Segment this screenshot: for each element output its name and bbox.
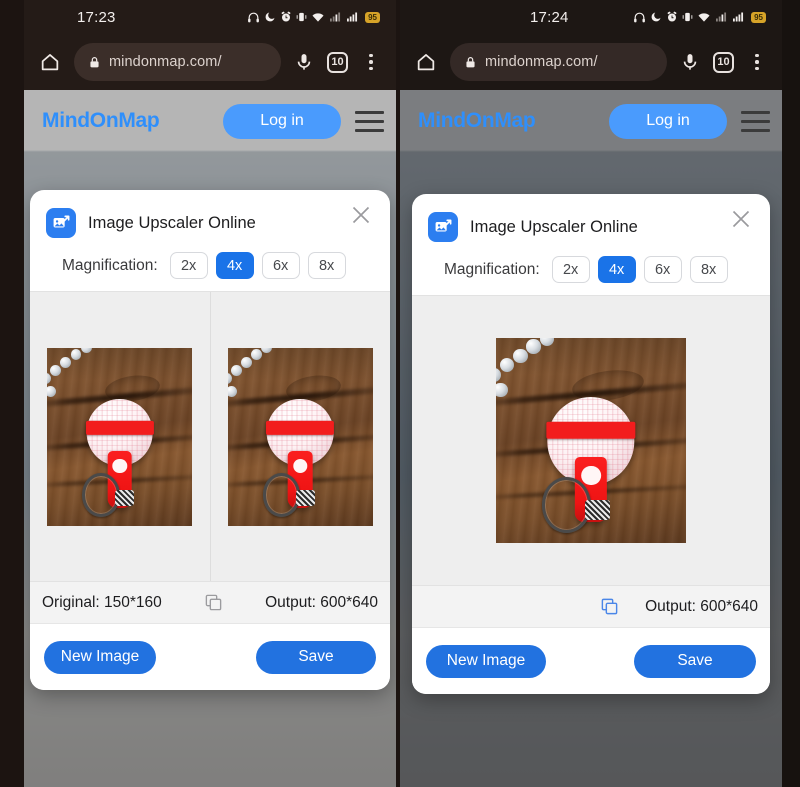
vibrate-icon [682,12,693,22]
browser-toolbar: mindonmap.com/ 10 [24,34,396,90]
site-header: MindOnMap Log in [24,90,396,152]
address-bar[interactable]: mindonmap.com/ [450,43,667,81]
dialog-title: Image Upscaler Online [88,213,256,232]
magnification-row: Magnification: 2x 4x 6x 8x [46,252,374,279]
phone-panel-right: 17:24 95 mindonmap.com/ 10 MindOnMap Log… [400,0,800,787]
site-header: MindOnMap Log in [400,90,782,152]
wifi-icon [312,12,324,22]
upscaled-image [496,338,686,543]
home-icon[interactable] [412,48,440,76]
address-bar-url: mindonmap.com/ [485,54,598,70]
battery-icon: 95 [751,11,766,23]
web-page-left: MindOnMap Log in Image Upscaler Online M… [24,90,396,787]
mic-icon[interactable] [291,49,317,75]
status-clock: 17:24 [530,8,569,26]
tab-count-icon[interactable]: 10 [713,51,734,73]
output-size-label: Output: 600*640 [265,593,378,611]
status-bar: 17:24 95 [400,0,782,34]
image-upscaler-dialog: Image Upscaler Online Magnification: 2x … [412,194,770,694]
close-icon[interactable] [726,204,756,234]
magnification-option-4x[interactable]: 4x [597,256,636,283]
signal-icon [733,12,744,22]
device-viewport-right: 17:24 95 mindonmap.com/ 10 MindOnMap Log… [400,0,782,787]
dialog-header: Image Upscaler Online Magnification: 2x … [412,194,770,295]
headphones-icon [634,12,646,22]
signal-icon [347,12,358,22]
magnification-option-8x[interactable]: 8x [307,252,346,279]
dialog-header: Image Upscaler Online Magnification: 2x … [30,190,390,291]
upscaled-image-pane[interactable] [209,292,391,581]
upscaled-image [227,347,373,526]
overflow-menu-icon[interactable] [744,49,770,75]
close-icon[interactable] [346,200,376,230]
magnification-row: Magnification: 2x 4x 6x 8x [428,256,754,283]
magnification-option-4x[interactable]: 4x [215,252,254,279]
overflow-menu-icon[interactable] [358,49,384,75]
lock-icon [90,56,99,67]
mic-icon[interactable] [677,49,703,75]
magnification-option-6x[interactable]: 6x [261,252,300,279]
status-bar: 17:23 95 [24,0,396,34]
moon-icon [265,12,275,22]
magnification-label: Magnification: [444,260,540,278]
address-bar[interactable]: mindonmap.com/ [74,43,281,81]
moon-icon [651,12,661,22]
dialog-title-row: Image Upscaler Online [46,208,374,238]
headphones-icon [248,12,260,22]
device-viewport-left: 17:23 95 mindonmap.com/ 10 MindOnMap Log… [24,0,396,787]
status-clock: 17:23 [77,8,116,26]
vibrate-icon [296,12,307,22]
tab-count-icon[interactable]: 10 [327,51,348,73]
upscaled-image-pane[interactable] [412,296,770,585]
browser-toolbar: mindonmap.com/ 10 [400,34,782,90]
web-page-right: MindOnMap Log in Image Upscaler Online M… [400,90,782,787]
copy-icon[interactable] [204,593,223,612]
login-button[interactable]: Log in [609,103,727,139]
new-image-button[interactable]: New Image [44,640,156,674]
output-size-label: Output: 600*640 [645,597,758,615]
original-image [47,347,193,526]
image-compare-area [412,295,770,586]
lock-icon [466,56,475,67]
image-info-bar: Output: 600*640 [412,586,770,628]
dual-phone-screenshot: 17:23 95 mindonmap.com/ 10 MindOnMap Log… [0,0,800,787]
magnification-option-6x[interactable]: 6x [643,256,682,283]
site-logo: MindOnMap [418,109,536,132]
original-image-pane[interactable] [30,292,210,581]
magnification-option-2x[interactable]: 2x [551,256,590,283]
save-button[interactable]: Save [256,640,376,674]
image-upscaler-icon [428,212,458,242]
address-bar-url: mindonmap.com/ [109,54,222,70]
copy-icon[interactable] [600,597,619,616]
site-logo: MindOnMap [42,109,160,132]
status-icons: 95 [633,0,766,34]
phone-panel-left: 17:23 95 mindonmap.com/ 10 MindOnMap Log… [0,0,400,787]
home-icon[interactable] [36,48,64,76]
new-image-button[interactable]: New Image [426,644,546,678]
status-icons: 95 [247,0,380,34]
dialog-title: Image Upscaler Online [470,217,638,236]
login-button[interactable]: Log in [223,103,341,139]
dialog-actions: New Image Save [30,624,390,690]
magnification-option-8x[interactable]: 8x [689,256,728,283]
alarm-icon [281,11,291,22]
image-info-bar: Original: 150*160 Output: 600*640 [30,582,390,624]
image-compare-area [30,291,390,582]
save-button[interactable]: Save [634,644,756,678]
image-upscaler-icon [46,208,76,238]
alarm-icon [667,11,677,22]
wifi-icon [698,12,710,22]
magnification-label: Magnification: [62,256,158,274]
signal-icon [716,12,727,22]
magnification-option-2x[interactable]: 2x [169,252,208,279]
battery-icon: 95 [365,11,380,23]
hamburger-menu-icon[interactable] [741,110,770,132]
signal-icon [330,12,341,22]
dialog-actions: New Image Save [412,628,770,694]
original-size-label: Original: 150*160 [42,593,162,611]
dialog-title-row: Image Upscaler Online [428,212,754,242]
hamburger-menu-icon[interactable] [355,110,384,132]
image-upscaler-dialog: Image Upscaler Online Magnification: 2x … [30,190,390,690]
